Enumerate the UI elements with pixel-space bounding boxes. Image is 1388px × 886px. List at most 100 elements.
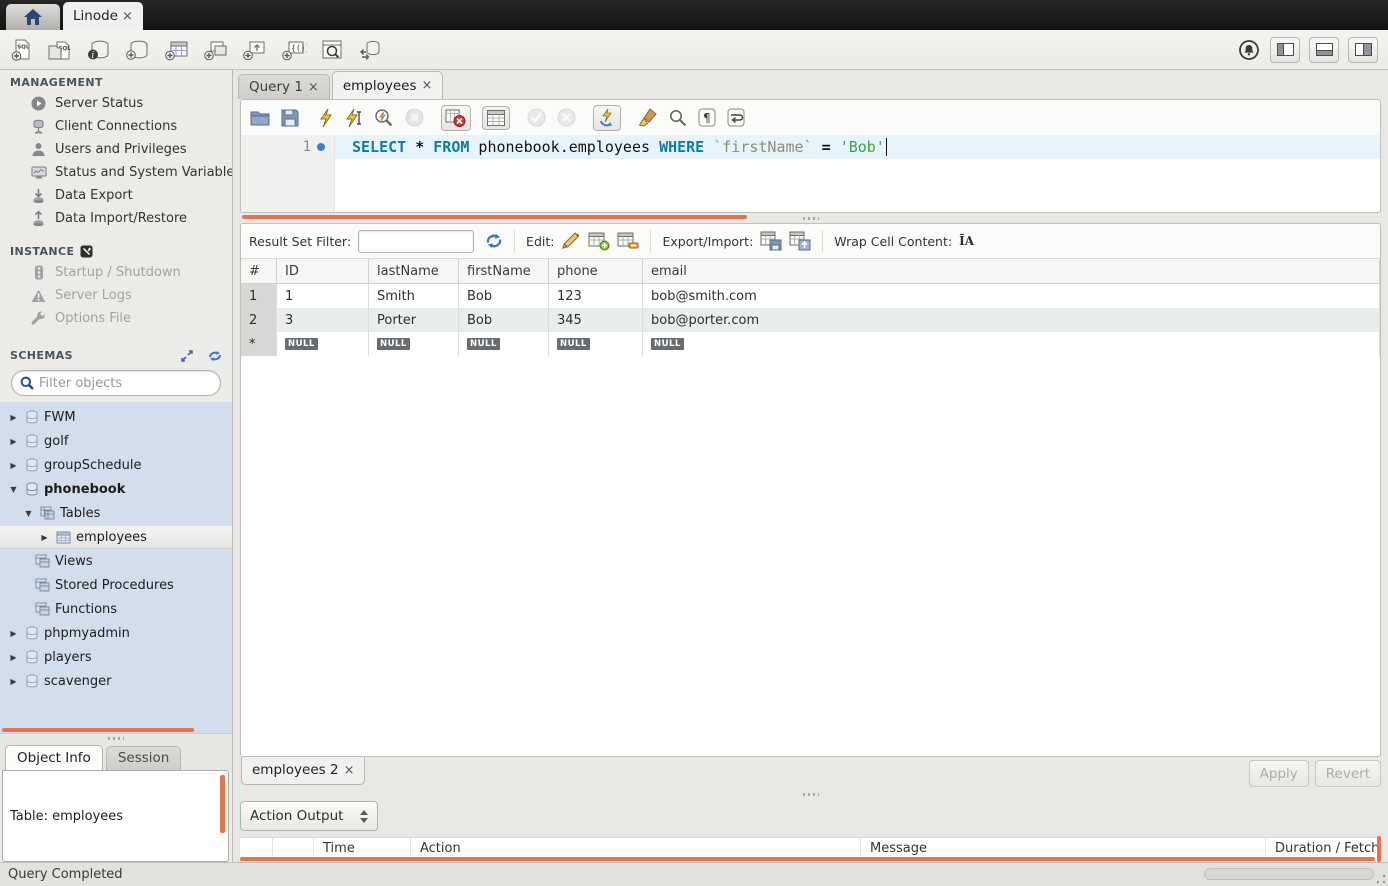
open-sql-script-icon[interactable]: SQL [47, 38, 73, 62]
migration-wizard-icon[interactable] [357, 38, 383, 62]
connection-tab-linode[interactable]: Linode × [63, 2, 143, 30]
sidebar-item-status-system-variables[interactable]: Status and System Variables [0, 161, 232, 184]
tree-item-golf[interactable]: golf [0, 429, 232, 453]
toggle-word-wrap-icon[interactable] [727, 108, 745, 127]
create-function-icon[interactable]: {()} [281, 38, 307, 62]
table-row[interactable]: 2 3 Porter Bob 345 bob@porter.com [241, 308, 1380, 332]
search-data-icon[interactable] [320, 38, 344, 62]
tree-item-players[interactable]: players [0, 645, 232, 669]
create-view-icon[interactable] [203, 38, 229, 62]
expand-schemas-icon[interactable] [181, 350, 193, 362]
execute-query-icon[interactable] [318, 108, 334, 128]
expand-arrow-icon[interactable] [38, 533, 51, 542]
explain-query-icon[interactable] [374, 108, 394, 128]
stop-query-icon[interactable] [405, 108, 424, 127]
create-schema-icon[interactable] [125, 38, 151, 62]
create-procedure-icon[interactable] [242, 38, 268, 62]
sql-line-1[interactable]: 1 SELECT * FROM phonebook.employees WHER… [241, 135, 1380, 159]
expand-arrow-icon[interactable] [7, 461, 20, 470]
column-header-phone[interactable]: phone [549, 259, 643, 283]
expand-arrow-icon[interactable] [7, 437, 20, 446]
tree-item-functions[interactable]: Functions [0, 597, 232, 621]
rollback-icon[interactable] [557, 108, 576, 127]
expand-arrow-icon[interactable] [7, 677, 20, 686]
beautify-script-icon[interactable] [638, 108, 658, 127]
expand-arrow-icon[interactable] [7, 629, 20, 638]
refresh-results-icon[interactable] [485, 233, 503, 249]
output-vertical-scrollbar[interactable] [1377, 836, 1381, 862]
column-header-lastname[interactable]: lastName [369, 259, 459, 283]
output-type-select[interactable]: Action Output [240, 801, 378, 831]
statusbar-scrollbar-thumb[interactable] [1204, 868, 1374, 880]
edit-record-icon[interactable] [561, 232, 581, 250]
toggle-invisible-characters-icon[interactable]: ¶ [698, 108, 716, 127]
close-icon[interactable]: × [122, 9, 133, 24]
import-recordset-icon[interactable] [789, 231, 811, 251]
resize-grip[interactable] [1376, 874, 1386, 884]
result-filter-input[interactable] [358, 230, 474, 253]
editor-results-splitter[interactable] [233, 213, 1388, 223]
sidebar-item-data-export[interactable]: Data Export [0, 184, 232, 207]
toggle-output-area-button[interactable] [1309, 37, 1339, 63]
tree-item-phonebook[interactable]: phonebook [0, 477, 232, 501]
revert-button[interactable]: Revert [1315, 760, 1381, 787]
sidebar-item-server-status[interactable]: Server Status [0, 92, 232, 115]
expand-arrow-icon[interactable] [7, 653, 20, 662]
sidebar-splitter[interactable] [0, 733, 232, 743]
tab-query-1[interactable]: Query 1 × [238, 74, 330, 99]
sidebar-item-server-logs[interactable]: Server Logs [0, 284, 232, 307]
sidebar-item-startup-shutdown[interactable]: Startup / Shutdown [0, 261, 232, 284]
sidebar-item-client-connections[interactable]: Client Connections [0, 115, 232, 138]
tree-item-views[interactable]: Views [0, 549, 232, 573]
open-script-icon[interactable] [250, 109, 270, 126]
collapse-arrow-icon[interactable] [7, 485, 20, 494]
create-table-icon[interactable] [164, 38, 190, 62]
editor-horizontal-scrollbar[interactable] [242, 215, 747, 219]
output-horizontal-scrollbar[interactable] [240, 857, 1375, 861]
output-col-message[interactable]: Message [861, 838, 1266, 859]
tree-item-phpmyadmin[interactable]: phpmyadmin [0, 621, 232, 645]
tree-item-employees[interactable]: employees [0, 525, 232, 549]
find-icon[interactable] [669, 109, 687, 127]
tree-horizontal-scrollbar[interactable] [2, 728, 194, 732]
toggle-autocommit-button[interactable] [593, 105, 621, 131]
tab-object-info[interactable]: Object Info [5, 745, 103, 770]
schema-filter-input[interactable] [39, 376, 212, 391]
column-header-firstname[interactable]: firstName [459, 259, 549, 283]
tree-item-stored-procedures[interactable]: Stored Procedures [0, 573, 232, 597]
tab-session[interactable]: Session [106, 746, 182, 770]
apply-button[interactable]: Apply [1249, 760, 1309, 787]
tree-item-fwm[interactable]: FWM [0, 405, 232, 429]
wrap-cell-content-icon[interactable]: ĪA [959, 234, 974, 248]
tab-employees[interactable]: employees × [332, 71, 444, 99]
close-icon[interactable]: × [308, 80, 319, 95]
output-col-time[interactable]: Time [314, 838, 411, 859]
schema-inspector-icon[interactable]: i [86, 38, 112, 62]
close-icon[interactable]: × [422, 78, 433, 93]
toggle-secondary-sidebar-button[interactable] [1348, 37, 1378, 63]
column-header-id[interactable]: ID [277, 259, 369, 283]
toggle-limit-rows-button[interactable] [482, 106, 510, 130]
insert-row-icon[interactable] [588, 232, 610, 251]
output-splitter[interactable] [233, 790, 1388, 799]
result-set-tab-employees-2[interactable]: employees 2 × [241, 757, 365, 785]
output-col-duration[interactable]: Duration / Fetch [1266, 838, 1381, 859]
collapse-arrow-icon[interactable] [22, 509, 35, 518]
table-row-new-placeholder[interactable]: * NULL NULL NULL NULL NULL [241, 332, 1380, 356]
tree-item-scavenger[interactable]: scavenger [0, 669, 232, 693]
save-script-icon[interactable] [281, 109, 299, 127]
close-icon[interactable]: × [344, 763, 355, 778]
toggle-stop-on-error-button[interactable] [441, 105, 471, 131]
sidebar-item-options-file[interactable]: Options File [0, 307, 232, 330]
sidebar-item-data-import[interactable]: Data Import/Restore [0, 207, 232, 230]
toggle-sidebar-button[interactable] [1270, 37, 1300, 63]
expand-arrow-icon[interactable] [7, 413, 20, 422]
home-tab[interactable] [6, 4, 60, 30]
table-row[interactable]: 1 1 Smith Bob 123 bob@smith.com [241, 284, 1380, 308]
tree-item-tables[interactable]: Tables [0, 501, 232, 525]
output-col-action[interactable]: Action [411, 838, 861, 859]
delete-row-icon[interactable] [617, 232, 639, 251]
sql-statement[interactable]: SELECT * FROM phonebook.employees WHERE … [335, 135, 1380, 159]
refresh-schemas-icon[interactable] [208, 350, 222, 362]
column-header-rownum[interactable]: # [241, 259, 277, 283]
